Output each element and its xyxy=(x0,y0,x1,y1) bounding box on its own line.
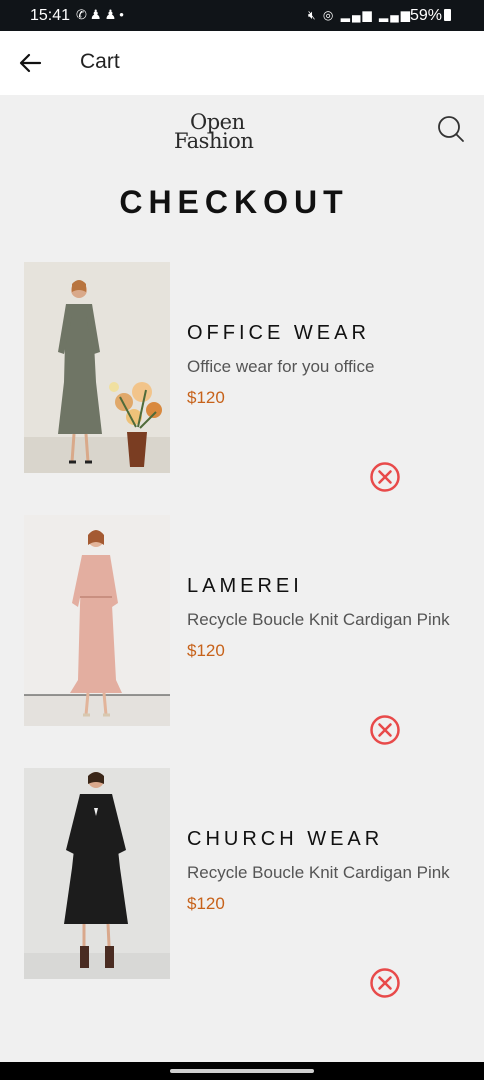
product-description: Recycle Boucle Knit Cardigan Pink xyxy=(187,863,450,882)
product-image[interactable] xyxy=(24,262,170,473)
product-description: Office wear for you office xyxy=(187,357,375,376)
signal-icon: ▂▄▆ xyxy=(379,8,413,22)
notification-icons: ✆♟♟• xyxy=(76,7,127,23)
search-icon[interactable] xyxy=(436,114,466,144)
hotspot-icon: ◎ xyxy=(322,8,336,22)
battery-percent: 59% xyxy=(410,7,443,24)
product-name: OFFICE WEAR xyxy=(187,322,370,344)
snapchat-icon: ♟ xyxy=(89,7,105,22)
remove-item-icon[interactable] xyxy=(369,461,401,493)
dot-icon: • xyxy=(119,7,127,22)
app-bar-title: Cart xyxy=(80,50,120,73)
product-price: $120 xyxy=(187,388,225,407)
app-bar: Cart xyxy=(0,31,484,95)
product-price: $120 xyxy=(187,894,225,913)
logo-line-2: Fashion xyxy=(174,129,254,153)
status-time: 15:41 xyxy=(30,7,71,24)
product-description: Recycle Boucle Knit Cardigan Pink xyxy=(187,610,450,629)
cart-item: LAMEREI Recycle Boucle Knit Cardigan Pin… xyxy=(0,515,484,755)
battery-icon xyxy=(444,9,452,21)
status-bar: 15:41 ✆♟♟• 🔇︎ ◎ ▂▄▆ ▂▄▆ 59% xyxy=(0,0,484,31)
back-arrow-icon[interactable] xyxy=(16,49,44,77)
system-nav-bar xyxy=(0,1062,484,1080)
product-price: $120 xyxy=(187,641,225,660)
remove-item-icon[interactable] xyxy=(369,967,401,999)
product-name: CHURCH WEAR xyxy=(187,828,384,850)
system-icons: 🔇︎ ◎ ▂▄▆ ▂▄▆ xyxy=(308,8,412,23)
signal-icon: ▂▄▆ xyxy=(340,8,374,22)
product-name: LAMEREI xyxy=(187,575,303,597)
page-title: CHECKOUT xyxy=(119,184,349,220)
product-image[interactable] xyxy=(24,768,170,979)
whatsapp-icon: ✆ xyxy=(76,7,90,22)
brand-logo: Open Fashion xyxy=(170,112,274,156)
home-gesture-handle[interactable] xyxy=(170,1069,314,1073)
mute-icon: 🔇︎ xyxy=(308,8,318,22)
remove-item-icon[interactable] xyxy=(369,714,401,746)
snapchat-icon: ♟ xyxy=(104,7,120,22)
product-image[interactable] xyxy=(24,515,170,726)
cart-item: CHURCH WEAR Recycle Boucle Knit Cardigan… xyxy=(0,768,484,1008)
cart-item: OFFICE WEAR Office wear for you office $… xyxy=(0,262,484,502)
battery-indicator: 59% xyxy=(410,7,452,25)
